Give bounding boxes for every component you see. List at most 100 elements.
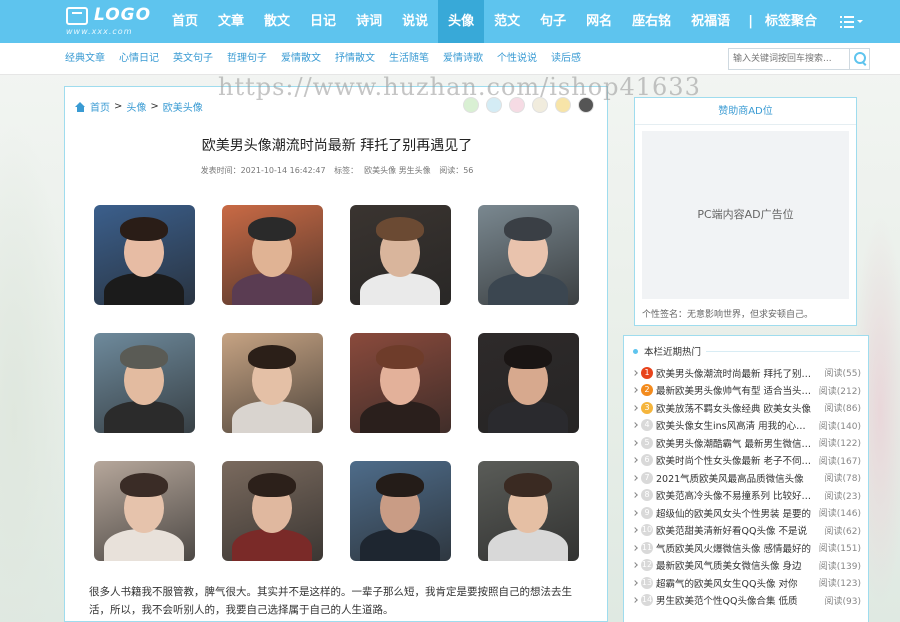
- nav-item[interactable]: 座右铭: [622, 0, 681, 43]
- photo-shoulders: [488, 529, 568, 561]
- publish-time: 发表时间：2021-10-14 16:42:47: [200, 166, 326, 175]
- chevron-right-icon: [632, 422, 638, 429]
- rank-badge: 11: [641, 541, 653, 554]
- search-icon[interactable]: [849, 49, 869, 69]
- hot-list-item[interactable]: 6 欧美时尚个性女头像最新 老子不伺候了 阅读(167): [632, 452, 861, 470]
- rank-badge: 12: [641, 559, 653, 572]
- photo-shoulders: [360, 401, 440, 433]
- hot-list-item[interactable]: 4 欧美头像女生ins风高清 用我的心去爱你 阅读(140): [632, 417, 861, 435]
- hot-list-item[interactable]: 2 最新欧美男头像帅气有型 适合当头像的 阅读(212): [632, 382, 861, 400]
- hot-item-reads: 阅读(212): [818, 386, 861, 397]
- avatar-photo[interactable]: [222, 333, 323, 433]
- hot-list-item[interactable]: 1欧美男头像潮流时尚最新 拜托了别再遇见了阅读(55): [632, 364, 861, 382]
- hot-list-item[interactable]: 13 超霸气的欧美风女生QQ头像 对你 阅读(123): [632, 574, 861, 592]
- nav-item[interactable]: 日记: [300, 0, 346, 43]
- photo-shoulders: [360, 529, 440, 561]
- hot-list-item[interactable]: 10 欧美范甜美清新好看QQ头像 不是说 阅读(62): [632, 522, 861, 540]
- breadcrumb-western-avatar[interactable]: 欧美头像: [163, 99, 203, 114]
- rank-badge: 2: [641, 384, 653, 397]
- search-input[interactable]: [729, 49, 851, 69]
- hot-item-title[interactable]: 2021气质欧美风最高品质微信头像: [656, 471, 813, 485]
- hot-item-reads: 阅读(62): [824, 526, 861, 537]
- hot-item-title[interactable]: 欧美头像女生ins风高清 用我的心去爱你: [656, 418, 813, 432]
- hot-item-reads: 阅读(122): [818, 439, 861, 450]
- category-link[interactable]: 英文句子: [173, 43, 213, 75]
- hot-item-title[interactable]: 欧美男头像潮酷霸气 最新男生微信头像: [656, 436, 813, 450]
- avatar-photo[interactable]: [94, 461, 195, 561]
- hot-item-reads: 阅读(167): [818, 456, 861, 467]
- category-link[interactable]: 心情日记: [119, 43, 159, 75]
- article-title: 欧美男头像潮流时尚最新 拜托了别再遇见了: [201, 138, 473, 154]
- category-link[interactable]: 哲理句子: [227, 43, 267, 75]
- breadcrumb-home[interactable]: 首页: [90, 99, 110, 114]
- avatar-photo[interactable]: [478, 461, 579, 561]
- nav-item[interactable]: 文章: [208, 0, 254, 43]
- nav-item[interactable]: 诗词: [346, 0, 392, 43]
- photo-hair: [504, 473, 552, 497]
- chevron-right-icon: [632, 439, 638, 446]
- avatar-photo[interactable]: [94, 333, 195, 433]
- chevron-right-icon: [632, 404, 638, 411]
- article-meta: 发表时间：2021-10-14 16:42:47 标签： 欧美头像 男生头像 阅读…: [65, 165, 609, 176]
- hot-item-title[interactable]: 超级仙的欧美风女头个性男装 是要的: [656, 506, 813, 520]
- hot-item-reads: 阅读(151): [818, 544, 861, 555]
- home-icon: [75, 101, 86, 112]
- hot-heading-label: 本栏近期热门: [644, 347, 702, 358]
- nav-item[interactable]: 散文: [254, 0, 300, 43]
- category-link[interactable]: 个性说说: [497, 43, 537, 75]
- avatar-photo[interactable]: [350, 333, 451, 433]
- hot-item-reads: 阅读(139): [818, 561, 861, 572]
- category-link[interactable]: 经典文章: [65, 43, 105, 75]
- menu-list-icon[interactable]: [840, 13, 863, 29]
- hot-list-item[interactable]: 11 气质欧美风火爆微信头像 感情最好的 阅读(151): [632, 539, 861, 557]
- hot-item-title[interactable]: 欧美范高冷头像不易撞系列 比较好看的: [656, 488, 813, 502]
- nav-item[interactable]: 说说: [392, 0, 438, 43]
- hot-item-title[interactable]: 男生欧美范个性QQ头像合集 低质: [656, 593, 813, 607]
- ad-placeholder[interactable]: PC端内容AD广告位: [642, 131, 849, 299]
- hot-list-item[interactable]: 8 欧美范高冷头像不易撞系列 比较好看的 阅读(23): [632, 487, 861, 505]
- nav-item-tags[interactable]: 标签聚合: [755, 0, 827, 43]
- avatar-photo[interactable]: [222, 205, 323, 305]
- hot-list-item[interactable]: 9 超级仙的欧美风女头个性男装 是要的 阅读(146): [632, 504, 861, 522]
- hot-item-title[interactable]: 欧美范甜美清新好看QQ头像 不是说: [656, 523, 813, 537]
- hot-list-item[interactable]: 3 欧美放荡不羁女头像经典 欧美女头像 阅读(86): [632, 399, 861, 417]
- hot-item-title[interactable]: 欧美放荡不羁女头像经典 欧美女头像: [656, 401, 813, 415]
- breadcrumb-separator: >: [114, 101, 123, 112]
- hot-item-title[interactable]: 最新欧美男头像帅气有型 适合当头像的: [656, 383, 813, 397]
- avatar-photo[interactable]: [222, 461, 323, 561]
- hot-item-title[interactable]: 欧美男头像潮流时尚最新 拜托了别再遇见了: [656, 366, 813, 380]
- hot-heading: 本栏近期热门: [633, 344, 701, 358]
- avatar-photo[interactable]: [478, 333, 579, 433]
- avatar-photo[interactable]: [478, 205, 579, 305]
- main-nav: 首页 文章 散文 日记 诗词 说说 头像 范文 句子 网名 座右铭 祝福语 | 标签聚合: [162, 0, 827, 43]
- nav-item[interactable]: 句子: [530, 0, 576, 43]
- category-link[interactable]: 抒情散文: [335, 43, 375, 75]
- hot-list-item[interactable]: 12 最新欧美风气质美女微信头像 身边 阅读(139): [632, 557, 861, 575]
- nav-item[interactable]: 网名: [576, 0, 622, 43]
- category-link[interactable]: 读后感: [551, 43, 581, 75]
- avatar-photo[interactable]: [350, 461, 451, 561]
- category-link[interactable]: 爱情诗歌: [443, 43, 483, 75]
- breadcrumb-avatar[interactable]: 头像: [126, 99, 146, 114]
- hot-item-title[interactable]: 超霸气的欧美风女生QQ头像 对你: [656, 576, 813, 590]
- chevron-right-icon: [632, 387, 638, 394]
- category-link[interactable]: 爱情散文: [281, 43, 321, 75]
- nav-item[interactable]: 头像: [438, 0, 485, 43]
- hot-list-item[interactable]: 5 欧美男头像潮酷霸气 最新男生微信头像 阅读(122): [632, 434, 861, 452]
- tag-links[interactable]: 欧美头像 男生头像: [364, 166, 431, 175]
- nav-item[interactable]: 首页: [162, 0, 208, 43]
- hot-item-title[interactable]: 最新欧美风气质美女微信头像 身边: [656, 558, 813, 572]
- top-navbar: LOGO www.xxx.com 首页 文章 散文 日记 诗词 说说 头像 范文 句子 网名 座右铭…: [0, 0, 900, 43]
- category-links: 经典文章 心情日记 英文句子 哲理句子 爱情散文 抒情散文 生活随笔 爱情诗歌 个性说说 读后感: [65, 43, 595, 75]
- avatar-photo[interactable]: [350, 205, 451, 305]
- hot-item-title[interactable]: 气质欧美风火爆微信头像 感情最好的: [656, 541, 813, 555]
- hot-list-item[interactable]: 14 男生欧美范个性QQ头像合集 低质 阅读(93): [632, 592, 861, 610]
- avatar-photo[interactable]: [94, 205, 195, 305]
- nav-item[interactable]: 范文: [484, 0, 530, 43]
- nav-item[interactable]: 祝福语: [681, 0, 740, 43]
- category-link[interactable]: 生活随笔: [389, 43, 429, 75]
- sidebar-hot-panel: 本栏近期热门 1欧美男头像潮流时尚最新 拜托了别再遇见了阅读(55)2最新欧美男…: [623, 335, 869, 622]
- hot-list-item[interactable]: 7 2021气质欧美风最高品质微信头像 阅读(78): [632, 469, 861, 487]
- photo-shoulders: [488, 401, 568, 433]
- hot-item-title[interactable]: 欧美时尚个性女头像最新 老子不伺候了: [656, 453, 813, 467]
